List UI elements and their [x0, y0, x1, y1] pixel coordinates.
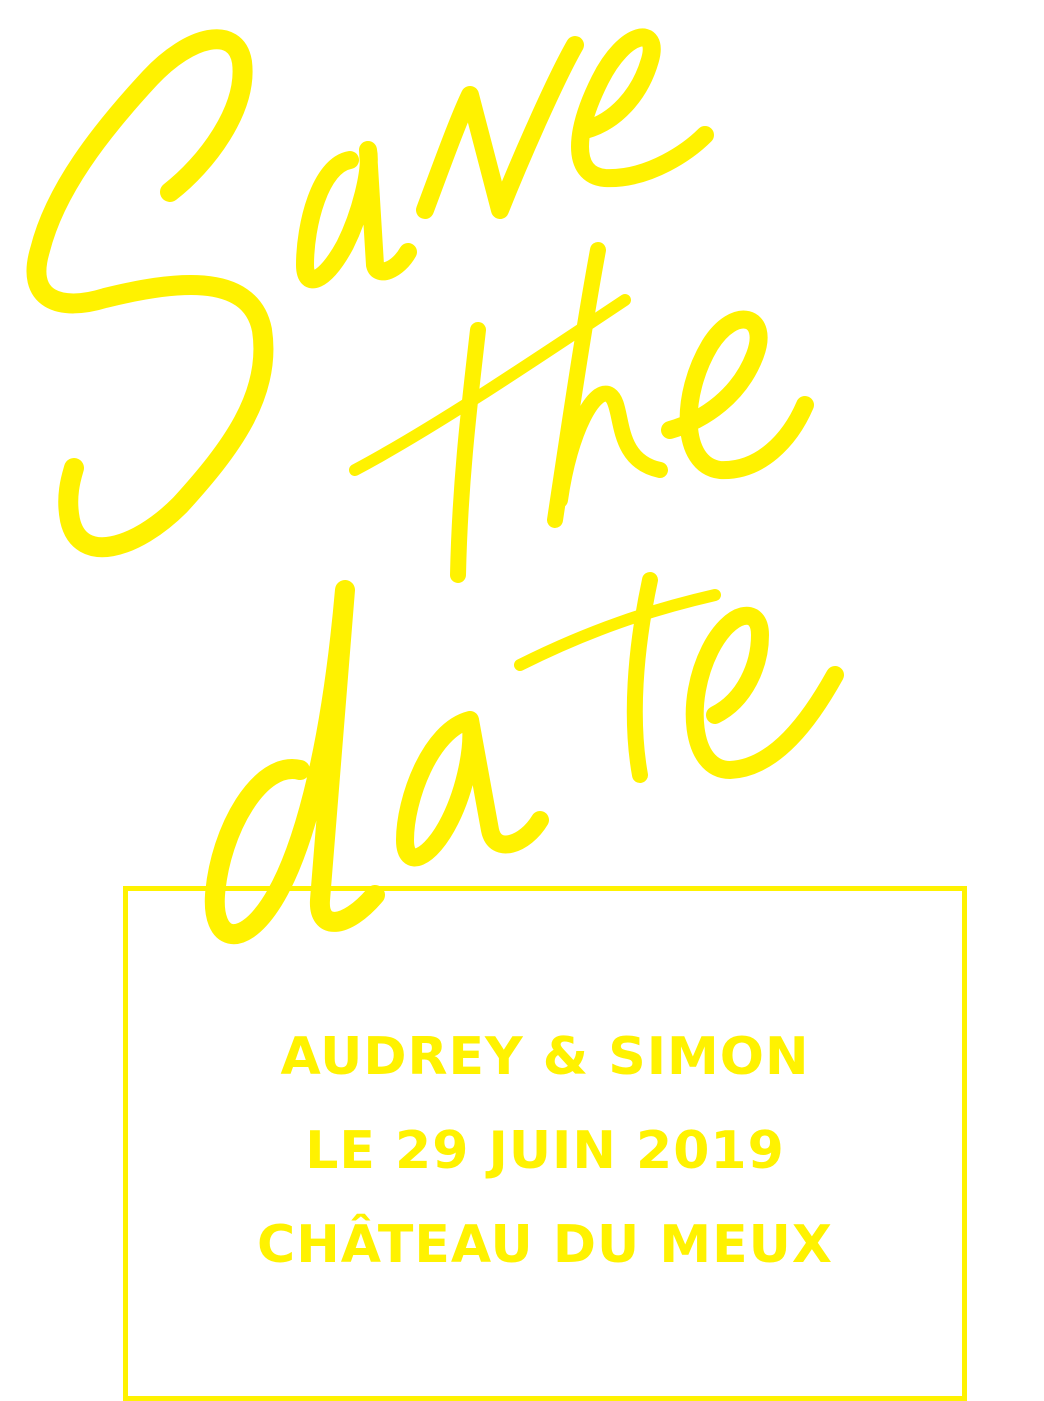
- letter-e-2: [661, 310, 814, 480]
- letter-v: [416, 36, 584, 219]
- letter-a-2: [396, 711, 549, 867]
- couple-names: AUDREY & SIMON: [280, 1027, 810, 1087]
- letter-h: [547, 242, 668, 528]
- save-the-date-card: AUDREY & SIMON LE 29 JUIN 2019 CHÂTEAU D…: [0, 0, 1044, 1401]
- letter-d: [204, 580, 385, 945]
- letter-s: [26, 29, 274, 558]
- event-details: AUDREY & SIMON LE 29 JUIN 2019 CHÂTEAU D…: [123, 1010, 967, 1292]
- letter-e-1: [571, 28, 714, 188]
- letter-t-1: [450, 322, 486, 583]
- letter-t-2-cross: [514, 589, 721, 671]
- event-date: LE 29 JUIN 2019: [305, 1121, 785, 1181]
- save-the-date-lettering: [26, 28, 844, 945]
- letter-a-1: [296, 141, 417, 289]
- letter-e-3: [685, 606, 844, 779]
- event-venue: CHÂTEAU DU MEUX: [257, 1215, 833, 1275]
